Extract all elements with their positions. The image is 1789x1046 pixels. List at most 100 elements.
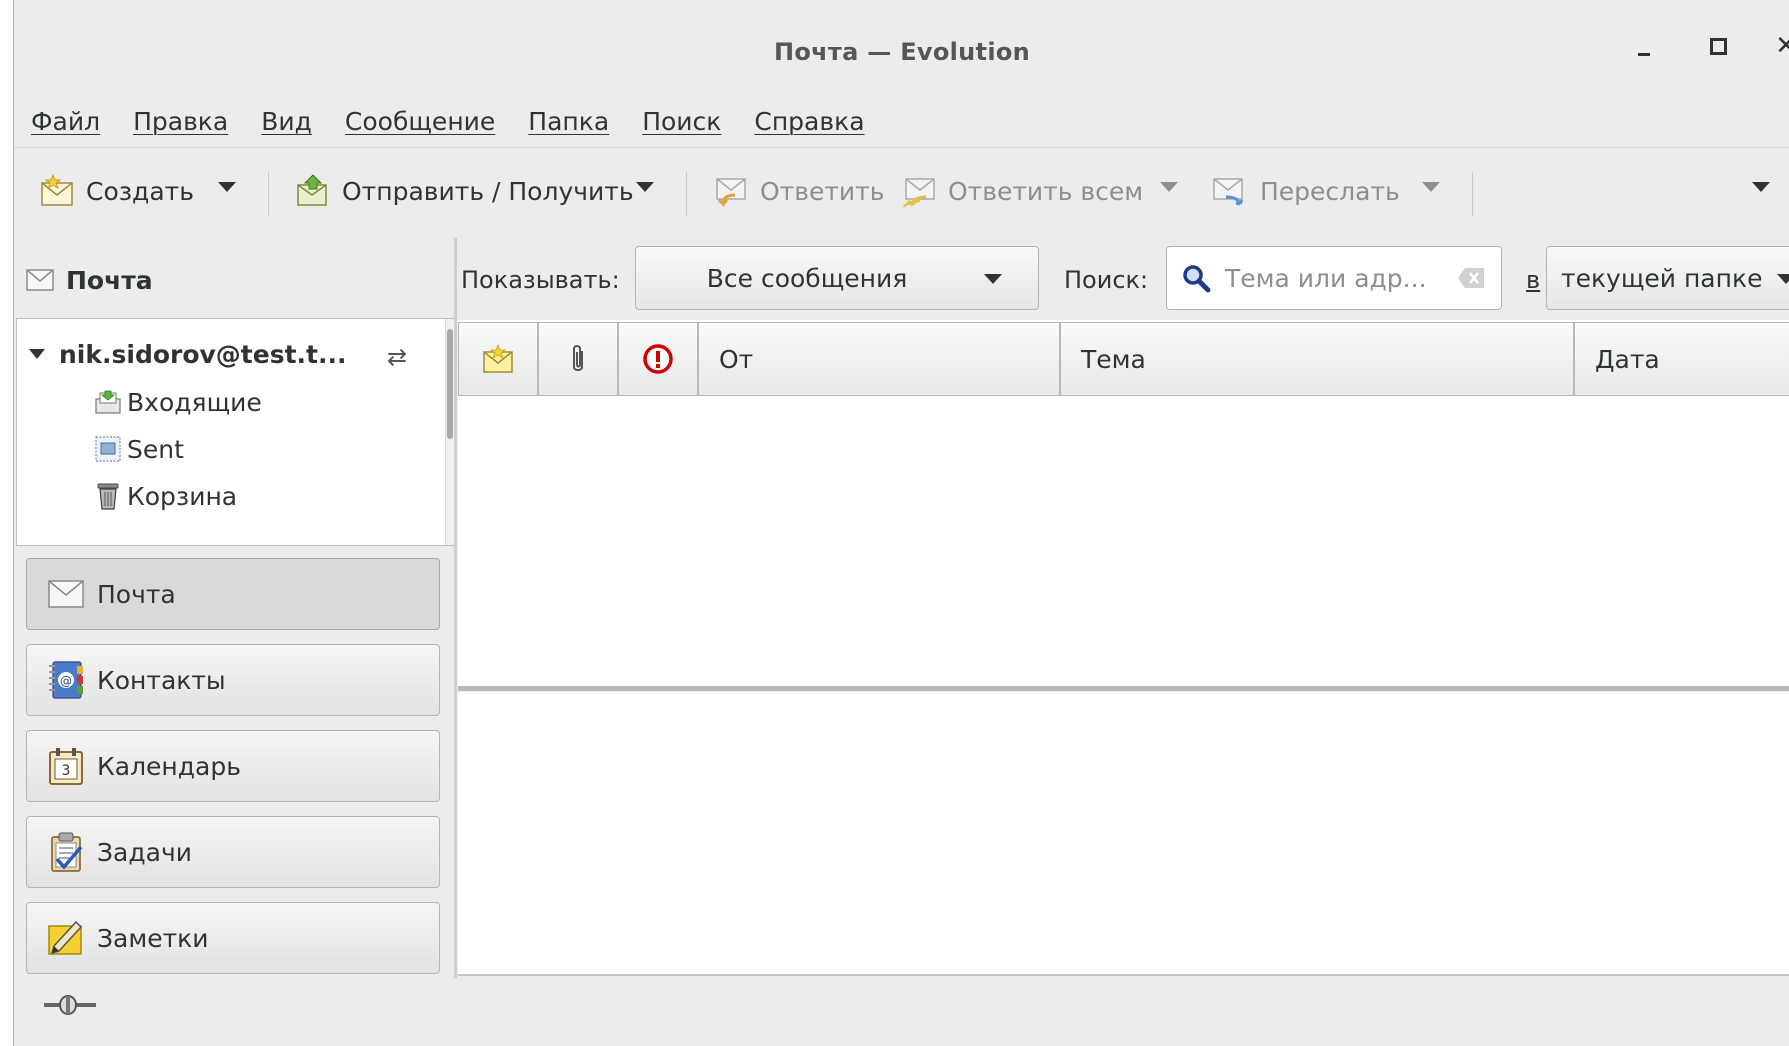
search-scope-value: текущей папке xyxy=(1561,263,1763,293)
menu-search[interactable]: Поиск xyxy=(642,107,721,136)
switcher-tasks-button[interactable]: Задачи xyxy=(26,816,440,888)
column-date-label: Дата xyxy=(1595,344,1660,374)
reply-all-icon xyxy=(900,172,938,210)
switcher-mail-label: Почта xyxy=(97,579,176,609)
column-attachment[interactable] xyxy=(538,322,618,396)
menu-bar: Файл Правка Вид Сообщение Папка Поиск Сп… xyxy=(14,96,1789,148)
search-scope-arrow-icon xyxy=(1777,274,1789,284)
status-envelope-icon xyxy=(483,344,513,373)
column-status[interactable] xyxy=(458,322,538,396)
svg-text:3: 3 xyxy=(62,763,71,779)
send-receive-button[interactable]: Отправить / Получить xyxy=(294,160,634,222)
toolbar-separator xyxy=(686,172,687,216)
paperclip-icon xyxy=(573,345,583,371)
maximize-icon xyxy=(1709,37,1727,55)
minimize-button[interactable] xyxy=(1624,26,1664,66)
column-subject-label: Тема xyxy=(1081,344,1146,374)
column-date[interactable]: Дата xyxy=(1574,322,1789,396)
search-scope-combo[interactable]: текущей папке xyxy=(1546,246,1789,310)
offline-status-icon[interactable] xyxy=(42,994,98,1020)
scope-in-label: в xyxy=(1526,266,1541,294)
new-message-icon xyxy=(38,172,76,210)
toolbar-overflow-arrow[interactable] xyxy=(1752,182,1770,192)
folder-tree-scroll-thumb[interactable] xyxy=(447,329,453,439)
switcher-contacts-label: Контакты xyxy=(97,665,226,695)
window-title: Почта — Evolution xyxy=(773,38,1031,66)
toolbar-separator xyxy=(268,172,269,216)
pane-separator[interactable] xyxy=(454,238,457,978)
new-dropdown-arrow[interactable] xyxy=(218,182,236,192)
column-from-label: От xyxy=(719,344,754,374)
close-icon: ✕ xyxy=(1775,33,1789,59)
trash-icon xyxy=(93,481,123,511)
forward-dropdown-arrow[interactable] xyxy=(1422,182,1440,192)
column-subject[interactable]: Тема xyxy=(1060,322,1574,396)
evolution-window: Почта — Evolution ✕ Файл Правка Вид Сооб… xyxy=(13,0,1789,1046)
search-placeholder: Тема или адр... xyxy=(1225,263,1427,293)
switcher-mail-button[interactable]: Почта xyxy=(26,558,440,630)
contacts-icon: @ xyxy=(45,659,87,701)
folder-sent-label: Sent xyxy=(127,434,184,464)
svg-text:@: @ xyxy=(60,674,72,688)
menu-message[interactable]: Сообщение xyxy=(345,107,495,136)
reply-all-label: Ответить всем xyxy=(948,176,1144,206)
toolbar-separator xyxy=(1472,172,1473,216)
sidebar-header: Почта xyxy=(14,248,454,312)
send-receive-icon xyxy=(294,172,332,210)
title-bar[interactable]: Почта — Evolution ✕ xyxy=(14,0,1789,96)
account-sync-icon[interactable]: ⇄ xyxy=(387,343,407,371)
folder-trash-label: Корзина xyxy=(127,481,238,511)
switcher-calendar-button[interactable]: 3 Календарь xyxy=(26,730,440,802)
mail-icon xyxy=(45,573,87,615)
send-receive-dropdown-arrow[interactable] xyxy=(636,182,654,192)
folder-inbox[interactable]: Входящие xyxy=(93,379,262,425)
switcher-contacts-button[interactable]: @ Контакты xyxy=(26,644,440,716)
folder-tree: nik.sidorov@test.t... ⇄ Входящие Sent Ко… xyxy=(16,318,456,546)
search-label: Поиск: xyxy=(1064,266,1149,294)
folder-tree-scrollbar[interactable] xyxy=(445,319,454,545)
column-importance[interactable] xyxy=(618,322,698,396)
list-preview-splitter[interactable] xyxy=(458,686,1789,691)
reply-all-button[interactable]: Ответить всем xyxy=(900,160,1143,222)
new-button[interactable]: Создать xyxy=(38,160,194,222)
reply-all-dropdown-arrow[interactable] xyxy=(1160,182,1178,192)
preview-bottom-border xyxy=(458,974,1789,976)
preview-pane[interactable] xyxy=(458,692,1789,974)
folder-trash[interactable]: Корзина xyxy=(93,473,237,519)
folder-sent[interactable]: Sent xyxy=(93,426,184,472)
inbox-icon xyxy=(93,387,123,417)
show-filter-arrow-icon xyxy=(984,274,1002,284)
menu-file[interactable]: Файл xyxy=(31,107,100,136)
sent-icon xyxy=(93,434,123,464)
expander-triangle-icon[interactable] xyxy=(29,349,45,359)
forward-button[interactable]: Переслать xyxy=(1212,160,1400,222)
switcher-memos-label: Заметки xyxy=(97,923,209,953)
show-filter-combo[interactable]: Все сообщения xyxy=(635,246,1039,310)
reply-label: Ответить xyxy=(760,176,885,206)
menu-help[interactable]: Справка xyxy=(754,107,864,136)
new-button-label: Создать xyxy=(86,176,194,206)
column-from[interactable]: От xyxy=(698,322,1060,396)
reply-button[interactable]: Ответить xyxy=(712,160,884,222)
minimize-icon xyxy=(1638,52,1650,56)
search-icon[interactable] xyxy=(1181,263,1211,293)
switcher-calendar-label: Календарь xyxy=(97,751,241,781)
memos-icon xyxy=(45,917,87,959)
send-receive-label: Отправить / Получить xyxy=(342,176,634,206)
show-label: Показывать: xyxy=(461,266,620,294)
sidebar-header-label: Почта xyxy=(66,265,153,295)
menu-edit[interactable]: Правка xyxy=(133,107,228,136)
folder-inbox-label: Входящие xyxy=(127,387,262,417)
switcher-memos-button[interactable]: Заметки xyxy=(26,902,440,974)
clear-search-icon[interactable] xyxy=(1457,267,1485,293)
menu-folder[interactable]: Папка xyxy=(528,107,609,136)
maximize-button[interactable] xyxy=(1698,26,1738,66)
search-field[interactable]: Тема или адр... xyxy=(1166,246,1502,310)
mail-icon xyxy=(26,269,54,291)
reply-icon xyxy=(712,172,750,210)
tasks-icon xyxy=(45,831,87,873)
important-icon xyxy=(643,344,673,374)
menu-view[interactable]: Вид xyxy=(261,107,312,136)
show-filter-value: Все сообщения xyxy=(706,263,908,293)
close-button[interactable]: ✕ xyxy=(1766,26,1789,66)
